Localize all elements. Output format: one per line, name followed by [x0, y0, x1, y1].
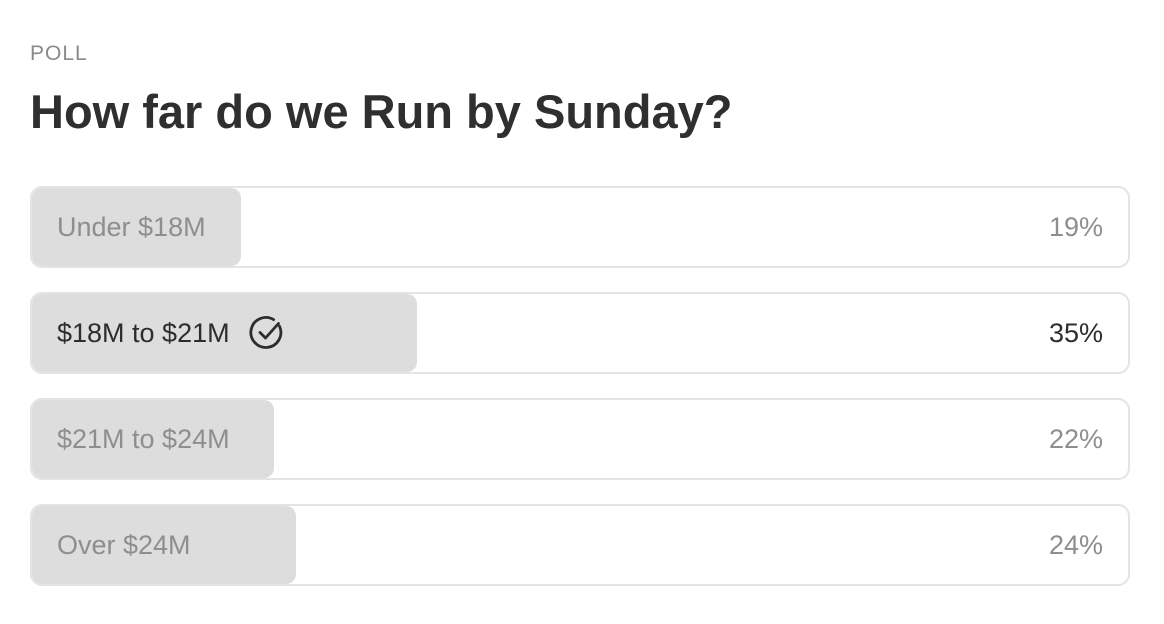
poll-option-over-24m[interactable]: Over $24M 24% [30, 504, 1130, 586]
poll-option-18m-to-21m[interactable]: $18M to $21M 35% [30, 292, 1130, 374]
option-percent: 22% [1048, 423, 1103, 454]
option-label: $18M to $21M [57, 317, 230, 348]
option-label: Over $24M [57, 529, 191, 560]
poll-options: Under $18M 19% $18M to $21M 35% $21M to … [30, 186, 1130, 610]
poll-question: How far do we Run by Sunday? [30, 85, 733, 138]
poll-label: POLL [30, 42, 88, 65]
option-label: Under $18M [57, 211, 206, 242]
option-label: $21M to $24M [57, 423, 230, 454]
option-percent: 24% [1048, 529, 1103, 560]
option-percent: 35% [1048, 317, 1103, 348]
check-circle-icon [248, 314, 286, 352]
poll-option-21m-to-24m[interactable]: $21M to $24M 22% [30, 398, 1130, 480]
poll-option-under-18m[interactable]: Under $18M 19% [30, 186, 1130, 268]
option-percent: 19% [1048, 211, 1103, 242]
